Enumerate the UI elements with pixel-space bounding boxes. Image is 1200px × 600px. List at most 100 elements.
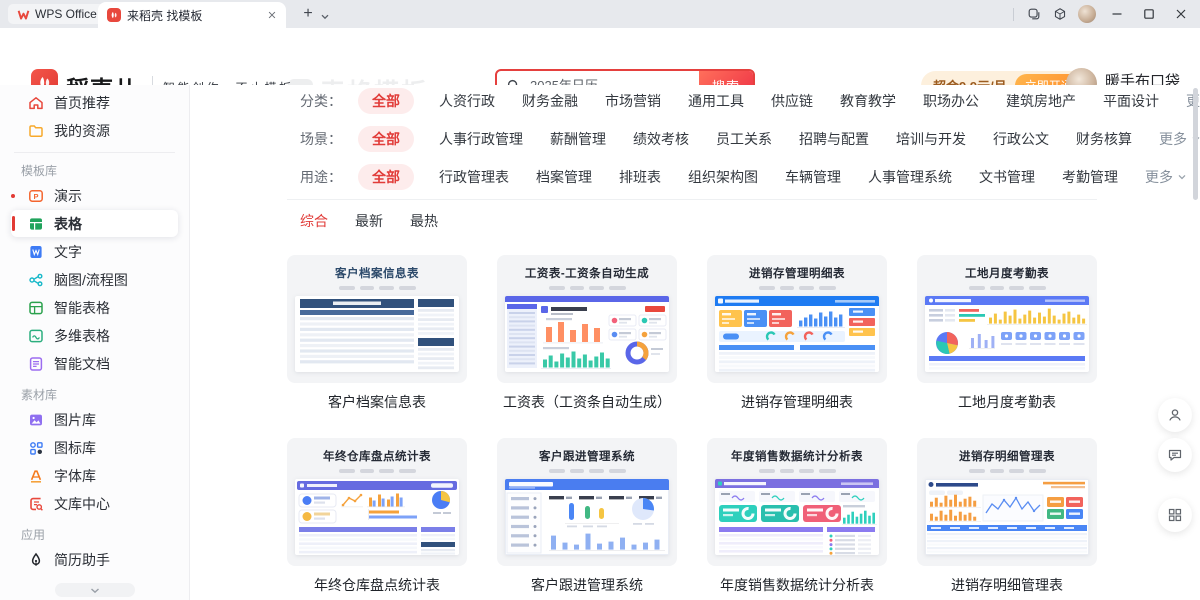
filter-option[interactable]: 排班表	[619, 167, 661, 187]
template-thumbnail	[505, 296, 669, 372]
tag-text-bar	[379, 469, 394, 473]
mindmap-icon	[28, 272, 44, 288]
sidebar-item-label: 智能表格	[54, 298, 110, 318]
filter-option[interactable]: 财务金融	[522, 91, 578, 111]
filter-option-selected[interactable]: 全部	[358, 88, 414, 114]
sidebar-item[interactable]: 字体库	[11, 462, 178, 489]
sidebar-item[interactable]: 智能文档	[11, 350, 178, 377]
tag-text-bar	[969, 469, 985, 473]
template-card[interactable]: 客户跟进管理系统	[497, 438, 677, 566]
tag-text-bar	[759, 469, 775, 473]
filter-option[interactable]: 平面设计	[1103, 91, 1159, 111]
tag-text-bar	[549, 469, 565, 473]
filter-option[interactable]: 职场办公	[923, 91, 979, 111]
doc-icon	[28, 244, 44, 260]
template-card-caption: 客户档案信息表	[287, 392, 467, 412]
template-card[interactable]: 客户档案信息表	[287, 255, 467, 383]
tag-text-bar	[1029, 286, 1046, 290]
filter-option[interactable]: 市场营销	[605, 91, 661, 111]
template-card[interactable]: 进销存明细管理表	[917, 438, 1097, 566]
tag-text-bar	[1009, 469, 1024, 473]
tab-list-chevron-icon[interactable]	[320, 9, 330, 27]
sidebar-item[interactable]: 文字	[11, 238, 178, 265]
sidebar-item[interactable]: 多维表格	[11, 322, 178, 349]
filter-option[interactable]: 培训与开发	[896, 129, 966, 149]
template-card[interactable]: 进销存管理明细表	[707, 255, 887, 383]
profile-float-button[interactable]	[1158, 398, 1192, 432]
multi-sheet-icon	[28, 328, 44, 344]
filter-option[interactable]: 教育教学	[840, 91, 896, 111]
sidebar-item[interactable]: 表格	[11, 210, 178, 237]
template-card[interactable]: 工资表-工资条自动生成	[497, 255, 677, 383]
filter-more[interactable]: 更多	[1145, 167, 1187, 187]
sidebar-item[interactable]: 图标库	[11, 434, 178, 461]
sort-tab[interactable]: 综合	[300, 211, 328, 231]
sidebar-item[interactable]: 首页推荐	[11, 89, 178, 116]
sidebar-item[interactable]: 智能表格	[11, 294, 178, 321]
tabbar-avatar[interactable]	[1078, 5, 1096, 23]
minimize-button[interactable]	[1102, 0, 1132, 28]
filter-option[interactable]: 考勤管理	[1062, 167, 1118, 187]
template-card[interactable]: 工地月度考勤表	[917, 255, 1097, 383]
tag-text-bar	[759, 286, 775, 290]
filter-option[interactable]: 行政公文	[993, 129, 1049, 149]
resume-icon	[28, 552, 44, 568]
filter-option[interactable]: 薪酬管理	[550, 129, 606, 149]
sidebar-item-label: 图标库	[54, 438, 96, 458]
tab-docer[interactable]: 来稻壳 找模板	[98, 2, 286, 28]
template-card-title: 客户跟进管理系统	[497, 448, 677, 464]
filter-option[interactable]: 员工关系	[716, 129, 772, 149]
main-content: 分类：全部人资行政财务金融市场营销通用工具供应链教育教学职场办公建筑房地产平面设…	[190, 85, 1200, 600]
filter-option[interactable]: 档案管理	[536, 167, 592, 187]
feedback-chat-float-button[interactable]	[1158, 438, 1192, 472]
tag-text-bar	[360, 469, 374, 473]
filter-option[interactable]: 组织架构图	[688, 167, 758, 187]
sidebar-item[interactable]: 简历助手	[11, 546, 178, 573]
filter-option[interactable]: 财务核算	[1076, 129, 1132, 149]
mini-apps-grid-float-button[interactable]	[1158, 498, 1192, 532]
filter-option[interactable]: 行政管理表	[439, 167, 509, 187]
tag-text-bar	[589, 286, 604, 290]
tag-text-bar	[549, 286, 565, 290]
sort-tab[interactable]: 最热	[410, 211, 438, 231]
scrollbar-thumb[interactable]	[1193, 88, 1198, 200]
template-card-caption: 年终仓库盘点统计表	[287, 575, 467, 595]
filter-option[interactable]: 人事管理系统	[868, 167, 952, 187]
sidebar-section-label: 素材库	[21, 386, 177, 403]
sidebar-item[interactable]: 我的资源	[11, 117, 178, 144]
filter-option[interactable]: 招聘与配置	[799, 129, 869, 149]
template-card-tags	[497, 469, 677, 473]
sidebar-item-label: 多维表格	[54, 326, 110, 346]
sidebar-collapse-button[interactable]	[55, 583, 135, 597]
filter-option[interactable]: 车辆管理	[785, 167, 841, 187]
tab-wps-label: WPS Office	[35, 7, 97, 21]
filter-option[interactable]: 绩效考核	[633, 129, 689, 149]
filter-row: 用途：全部行政管理表档案管理排班表组织架构图车辆管理人事管理系统文书管理考勤管理…	[300, 163, 1080, 191]
close-tab-icon[interactable]	[267, 10, 277, 20]
sidebar-item[interactable]: 脑图/流程图	[11, 266, 178, 293]
smart-sheet-icon	[28, 300, 44, 316]
filter-option[interactable]: 通用工具	[688, 91, 744, 111]
filter-option[interactable]: 建筑房地产	[1006, 91, 1076, 111]
maximize-button[interactable]	[1134, 0, 1164, 28]
close-window-button[interactable]	[1166, 0, 1196, 28]
template-thumbnail	[295, 479, 459, 555]
sidebar-item[interactable]: P演示	[11, 182, 178, 209]
template-card[interactable]: 年终仓库盘点统计表	[287, 438, 467, 566]
filter-option[interactable]: 人资行政	[439, 91, 495, 111]
new-tab-button[interactable]: +	[298, 4, 318, 24]
filter-option-selected[interactable]: 全部	[358, 164, 414, 190]
multi-window-icon[interactable]	[1022, 2, 1046, 26]
filter-option[interactable]: 文书管理	[979, 167, 1035, 187]
tab-wps-office[interactable]: WPS Office	[8, 4, 106, 24]
filter-option[interactable]: 人事行政管理	[439, 129, 523, 149]
sidebar-item[interactable]: 文库中心	[11, 490, 178, 517]
filter-option-selected[interactable]: 全部	[358, 126, 414, 152]
sort-tab[interactable]: 最新	[355, 211, 383, 231]
filter-option[interactable]: 供应链	[771, 91, 813, 111]
filter-row: 场景：全部人事行政管理薪酬管理绩效考核员工关系招聘与配置培训与开发行政公文财务核…	[300, 125, 1080, 153]
sidebar-item[interactable]: 图片库	[11, 406, 178, 433]
tag-text-bar	[399, 469, 416, 473]
apps-cube-icon[interactable]	[1048, 2, 1072, 26]
template-card[interactable]: 年度销售数据统计分析表	[707, 438, 887, 566]
